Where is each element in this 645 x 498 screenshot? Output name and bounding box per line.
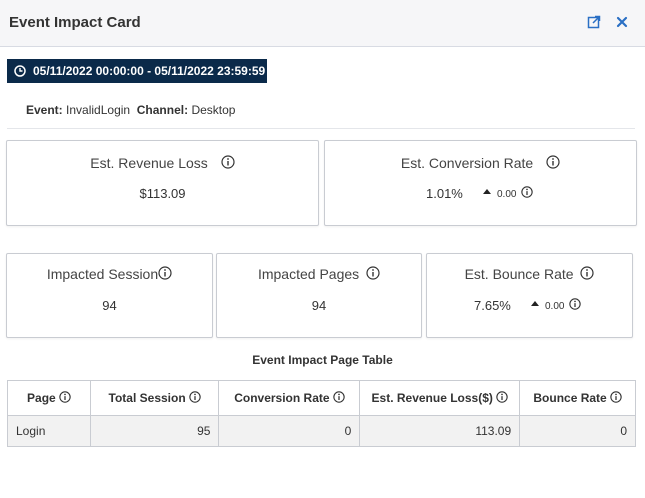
conversion-rate-delta-value: 0.00 [497, 189, 517, 200]
info-icon[interactable] [569, 298, 581, 310]
event-value: InvalidLogin [66, 103, 131, 117]
channel-label: Channel: [136, 103, 189, 117]
impacted-pages-value: 94 [311, 298, 327, 313]
info-icon[interactable] [496, 391, 508, 403]
column-header-conversion-rate[interactable]: Conversion Rate [218, 380, 361, 416]
event-label: Event: [26, 103, 63, 117]
cell-conversion-rate: 0 [218, 415, 361, 447]
revenue-loss-value: $113.09 [139, 186, 186, 201]
bounce-rate-value: 7.65% [474, 298, 511, 313]
column-header-page[interactable]: Page [7, 380, 91, 416]
cell-page: Login [7, 415, 91, 447]
date-range-badge: 05/11/2022 00:00:00 - 05/11/2022 23:59:5… [7, 59, 267, 83]
info-icon[interactable] [366, 266, 380, 280]
event-info: Event: InvalidLogin Channel: Desktop [26, 103, 235, 117]
cell-est-revenue-loss: 113.09 [359, 415, 521, 447]
channel-value: Desktop [191, 103, 236, 117]
info-icon[interactable] [521, 186, 533, 198]
conversion-rate-card: Est. Conversion Rate 1.01% 0.00 [324, 140, 637, 226]
impacted-session-card: Impacted Session 94 [6, 253, 213, 338]
conversion-rate-value: 1.01% [426, 186, 463, 201]
table-row: Login 95 0 113.09 0 [7, 415, 636, 447]
impact-page-table: Page Total Session Conversion Rate Est. … [7, 380, 636, 447]
info-icon[interactable] [221, 155, 235, 169]
up-arrow-icon [531, 301, 539, 306]
bounce-rate-label: Est. Bounce Rate [464, 266, 574, 282]
divider [7, 128, 635, 129]
card-title: Event Impact Card [9, 14, 141, 31]
bounce-rate-delta: 0.00 [531, 298, 581, 312]
cell-total-session: 95 [89, 415, 220, 447]
info-icon[interactable] [610, 391, 622, 403]
conversion-rate-delta: 0.00 [483, 186, 533, 200]
column-header-bounce-rate[interactable]: Bounce Rate [519, 380, 636, 416]
table-header-row: Page Total Session Conversion Rate Est. … [7, 380, 636, 416]
clock-icon [14, 65, 26, 77]
impacted-session-value: 94 [102, 298, 117, 313]
info-icon[interactable] [158, 266, 172, 280]
expand-icon[interactable] [587, 15, 601, 29]
column-header-total-session[interactable]: Total Session [89, 380, 220, 416]
table-title: Event Impact Page Table [252, 353, 393, 367]
info-icon[interactable] [332, 391, 345, 403]
bounce-rate-card: Est. Bounce Rate 7.65% 0.00 [426, 253, 633, 338]
close-icon[interactable] [615, 15, 629, 29]
conversion-rate-label: Est. Conversion Rate [400, 155, 534, 171]
date-range-text: 05/11/2022 00:00:00 - 05/11/2022 23:59:5… [33, 64, 266, 78]
revenue-loss-label: Est. Revenue Loss [90, 155, 208, 171]
cell-bounce-rate: 0 [519, 415, 636, 447]
column-header-est-revenue-loss[interactable]: Est. Revenue Loss($) [359, 380, 521, 416]
info-icon[interactable] [188, 391, 201, 403]
info-icon[interactable] [546, 155, 560, 169]
revenue-loss-card: Est. Revenue Loss $113.09 [6, 140, 319, 226]
info-icon[interactable] [580, 266, 595, 280]
impacted-pages-label: Impacted Pages [257, 266, 360, 282]
up-arrow-icon [483, 189, 491, 194]
info-icon[interactable] [59, 391, 71, 403]
card-header: Event Impact Card [0, 0, 645, 47]
impacted-pages-card: Impacted Pages 94 [216, 253, 422, 338]
impacted-session-label: Impacted Session [46, 266, 159, 282]
bounce-rate-delta-value: 0.00 [545, 301, 565, 312]
